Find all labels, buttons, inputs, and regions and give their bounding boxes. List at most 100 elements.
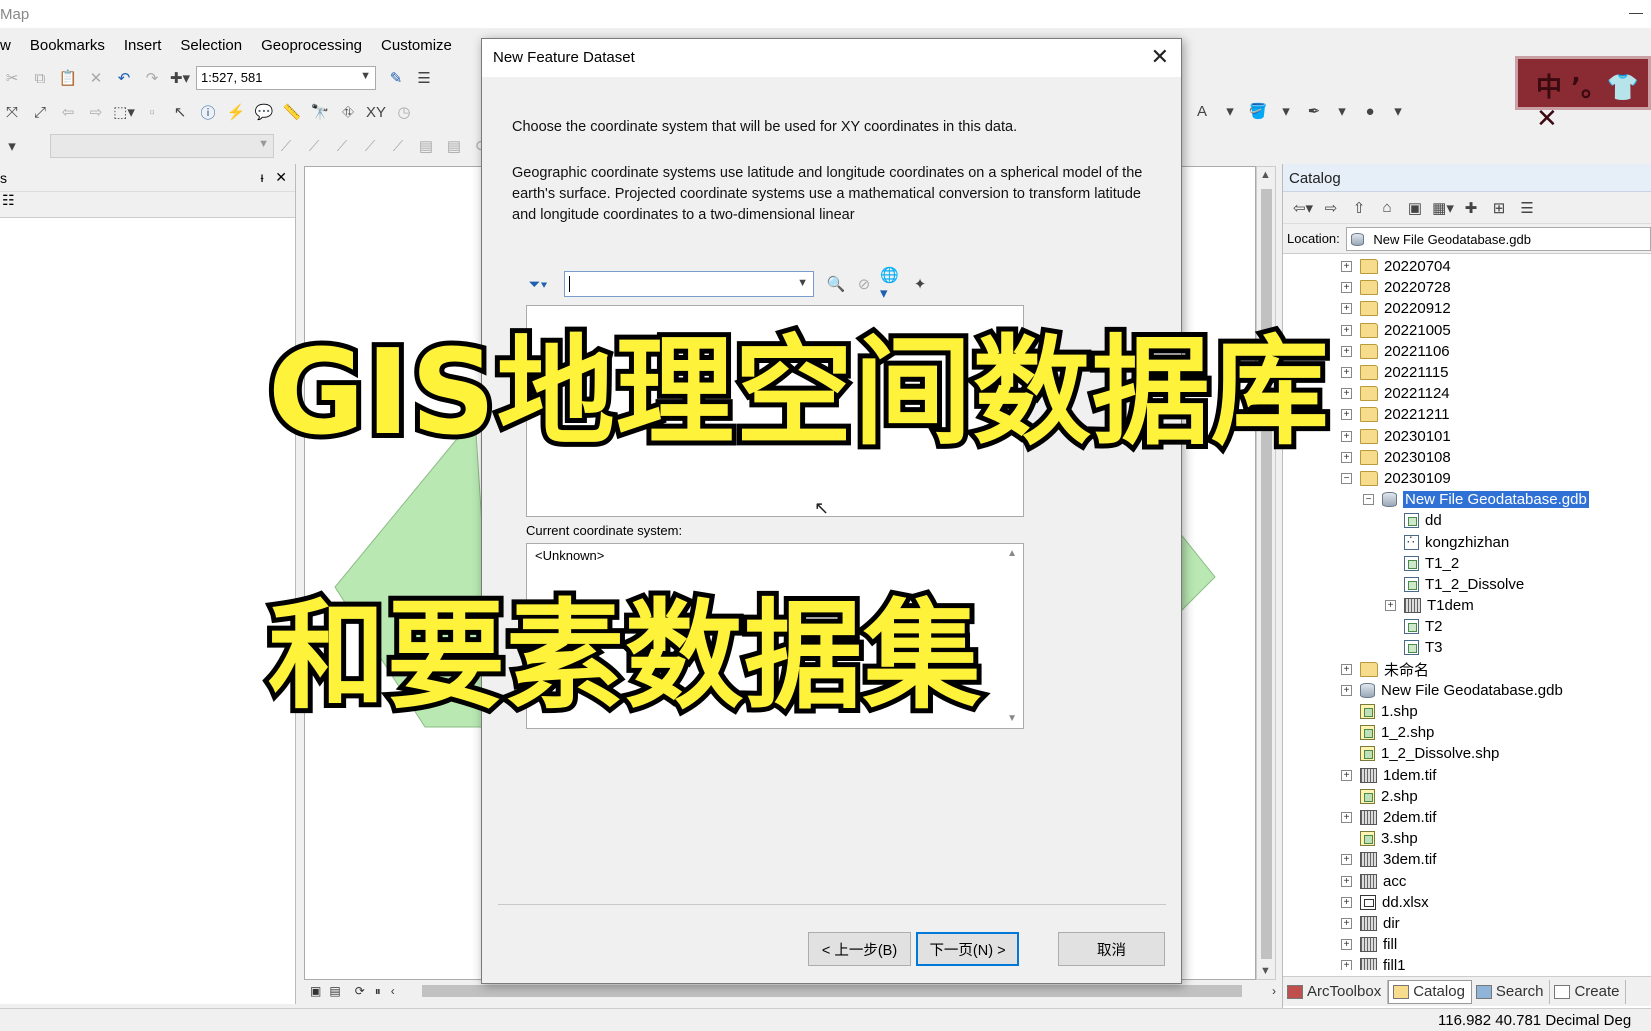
html-popup-icon[interactable]: 💬 [252, 100, 276, 124]
options-icon[interactable]: ☰ [1515, 196, 1539, 220]
attributes-icon[interactable]: ▤ [414, 134, 438, 158]
pause-icon[interactable]: ⏸ [375, 984, 381, 999]
tree-item[interactable]: +1dem.tif [1283, 765, 1651, 786]
expand-toggle-icon[interactable]: + [1341, 303, 1352, 315]
select-elements-icon[interactable]: ↖ [168, 100, 192, 124]
up-one-level-icon[interactable]: ⇧ [1347, 196, 1371, 220]
tree-item[interactable]: + T1dem [1283, 595, 1651, 616]
next-button[interactable]: 下一页(N) > [916, 932, 1019, 966]
expand-toggle-icon[interactable]: + [1341, 684, 1352, 696]
close-icon[interactable]: ✕ [275, 169, 287, 185]
paste-icon[interactable]: 📋 [56, 66, 80, 90]
tree-item[interactable]: + acc [1283, 870, 1651, 891]
edit-vertex-icon[interactable]: ⟋ [302, 134, 326, 158]
tree-item[interactable]: + dir [1283, 913, 1651, 934]
views-icon[interactable]: ▦▾ [1431, 196, 1455, 220]
identify-icon[interactable]: ⓘ [196, 100, 220, 124]
fill-color-icon[interactable]: 🪣 [1246, 99, 1270, 123]
reshape-icon[interactable]: ⟋ [330, 134, 354, 158]
dropdown-icon[interactable]: ▾ [1218, 99, 1242, 123]
expand-toggle-icon[interactable]: + [1341, 324, 1352, 336]
tree-item[interactable]: + dd.xlsx [1283, 892, 1651, 913]
dropdown-icon[interactable]: ▾ [0, 134, 24, 158]
tree-item[interactable]: +20221211 [1283, 404, 1651, 425]
expand-toggle-icon[interactable]: + [1341, 875, 1352, 887]
back-extent-icon[interactable]: ⇦ [56, 100, 80, 124]
expand-toggle-icon[interactable]: + [1341, 345, 1352, 357]
tree-item[interactable]: +3dem.tif [1283, 849, 1651, 870]
tab-create[interactable]: Create [1550, 979, 1627, 1004]
tree-item[interactable]: − 20230109 [1283, 468, 1651, 489]
tree-item[interactable]: kongzhizhan [1283, 531, 1651, 552]
expand-toggle-icon[interactable]: + [1341, 388, 1352, 400]
cut-icon[interactable]: ✂ [0, 66, 24, 90]
tree-item[interactable]: +20220704 [1283, 256, 1651, 277]
expand-toggle-icon[interactable]: + [1341, 939, 1352, 951]
map-scale-input[interactable]: 1:527, 581 ▼ [196, 66, 376, 90]
tree-item[interactable]: +2dem.tif [1283, 807, 1651, 828]
back-icon[interactable]: ⇦▾ [1291, 196, 1315, 220]
scroll-thumb[interactable] [422, 985, 1242, 997]
editor-toolbar-icon[interactable]: ✎ [384, 66, 408, 90]
add-data-icon[interactable]: ✚▾ [168, 66, 192, 90]
expand-toggle-icon[interactable]: + [1341, 451, 1352, 463]
tree-item[interactable]: +20220912 [1283, 298, 1651, 319]
expand-toggle-icon[interactable]: − [1363, 494, 1374, 506]
scroll-right-icon[interactable]: › [1272, 984, 1276, 998]
undo-icon[interactable]: ↶ [112, 66, 136, 90]
expand-toggle-icon[interactable]: + [1341, 282, 1352, 294]
tab-catalog[interactable]: Catalog [1388, 979, 1472, 1004]
zoom-out-fixed-icon[interactable]: ⤢ [28, 100, 52, 124]
home-icon[interactable]: ⌂ [1375, 196, 1399, 220]
forward-icon[interactable]: ⇨ [1319, 196, 1343, 220]
menu-geoprocessing[interactable]: Geoprocessing [261, 37, 362, 54]
marker-color-icon[interactable]: ● [1358, 99, 1382, 123]
expand-toggle-icon[interactable]: + [1341, 261, 1352, 273]
scroll-up-icon[interactable]: ▲ [1260, 169, 1271, 181]
dropdown-icon[interactable]: ▾ [1274, 99, 1298, 123]
ime-indicator[interactable]: 中 ʼ。👕 ✕ [1515, 56, 1651, 134]
time-slider-icon[interactable]: ◷ [392, 100, 416, 124]
menu-bookmarks[interactable]: Bookmarks [30, 37, 105, 54]
expand-toggle-icon[interactable]: + [1385, 600, 1396, 612]
tab-search[interactable]: Search [1472, 979, 1551, 1004]
tree-item[interactable]: +20221005 [1283, 320, 1651, 341]
refresh-icon[interactable]: ⟳ [355, 984, 365, 998]
tree-item[interactable]: T3 [1283, 637, 1651, 658]
tree-item[interactable]: +20221124 [1283, 383, 1651, 404]
expand-toggle-icon[interactable]: + [1341, 896, 1352, 908]
new-folder-icon[interactable]: ✚ [1459, 196, 1483, 220]
table-of-contents-icon[interactable]: ☰ [412, 66, 436, 90]
expand-toggle-icon[interactable]: + [1341, 409, 1352, 421]
back-button[interactable]: < 上一步(B) [808, 932, 911, 966]
font-color-icon[interactable]: A [1190, 99, 1214, 123]
layer-combo[interactable]: ▼ [50, 134, 274, 158]
zoom-in-fixed-icon[interactable]: ⤧ [0, 100, 24, 124]
line-color-icon[interactable]: ✒ [1302, 99, 1326, 123]
copy-icon[interactable]: ⧉ [28, 66, 52, 90]
scroll-down-icon[interactable]: ▼ [1260, 965, 1271, 977]
location-input[interactable]: New File Geodatabase.gdb [1345, 226, 1651, 251]
close-button[interactable]: ✕ [1151, 44, 1169, 70]
cancel-button[interactable]: 取消 [1058, 932, 1165, 966]
tree-item[interactable]: +20221115 [1283, 362, 1651, 383]
expand-toggle-icon[interactable]: + [1341, 430, 1352, 442]
tree-item[interactable]: +20221106 [1283, 341, 1651, 362]
tree-item[interactable]: +20230101 [1283, 426, 1651, 447]
tree-item[interactable]: 1.shp [1283, 701, 1651, 722]
layout-view-icon[interactable]: ▣ [310, 984, 321, 998]
expand-toggle-icon[interactable]: + [1341, 960, 1352, 970]
tree-item[interactable]: + fill1 [1283, 955, 1651, 970]
cut-polygon-icon[interactable]: ⟋ [358, 134, 382, 158]
clear-search-icon[interactable]: ⊘ [852, 272, 876, 296]
tree-item[interactable]: T1_2_Dissolve [1283, 574, 1651, 595]
tree-item[interactable]: 3.shp [1283, 828, 1651, 849]
expand-toggle-icon[interactable]: + [1341, 663, 1352, 675]
clear-selection-icon[interactable]: ▫ [140, 100, 164, 124]
find-route-icon[interactable]: ⛗ [336, 100, 360, 124]
menu-selection[interactable]: Selection [180, 37, 242, 54]
menu-insert[interactable]: Insert [124, 37, 162, 54]
globe-icon[interactable]: 🌐▾ [880, 267, 904, 302]
expand-toggle-icon[interactable]: + [1341, 917, 1352, 929]
dropdown-icon[interactable]: ▾ [1386, 99, 1410, 123]
